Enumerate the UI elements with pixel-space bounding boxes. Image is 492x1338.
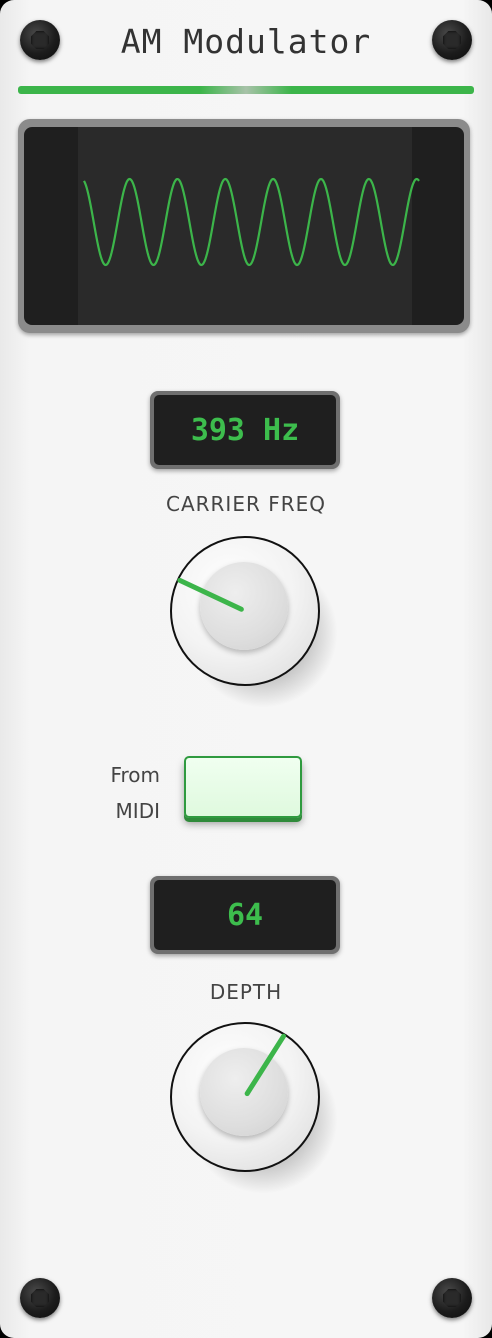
depth-value: 64 [226,897,264,933]
screw-bottom-right [432,1278,472,1318]
from-midi-label: From MIDI [96,757,160,829]
knob-pointer [177,577,244,612]
module-panel: AM Modulator 393 Hz CARRIER FREQ From MI… [0,0,492,1338]
depth-display: 64 [150,876,340,954]
depth-knob[interactable] [170,1022,338,1194]
carrier-freq-label: CARRIER FREQ [165,492,326,516]
accent-line [18,86,474,94]
depth-label: DEPTH [209,980,283,1004]
sine-wave [83,177,420,267]
carrier-frequency-value: 393 Hz [190,412,300,448]
from-midi-toggle-button[interactable] [184,756,302,818]
knob-indicator [244,1033,287,1097]
oscilloscope-display [18,119,470,333]
carrier-frequency-knob[interactable] [170,536,338,708]
from-midi-label-line2: MIDI [115,799,160,823]
knob-pointer [244,1033,287,1097]
carrier-frequency-display: 393 Hz [150,391,340,469]
from-midi-label-line1: From [110,763,160,787]
knob-indicator [177,577,244,612]
module-title: AM Modulator [120,22,372,61]
screw-bottom-left [20,1278,60,1318]
waveform-trace [83,177,420,267]
